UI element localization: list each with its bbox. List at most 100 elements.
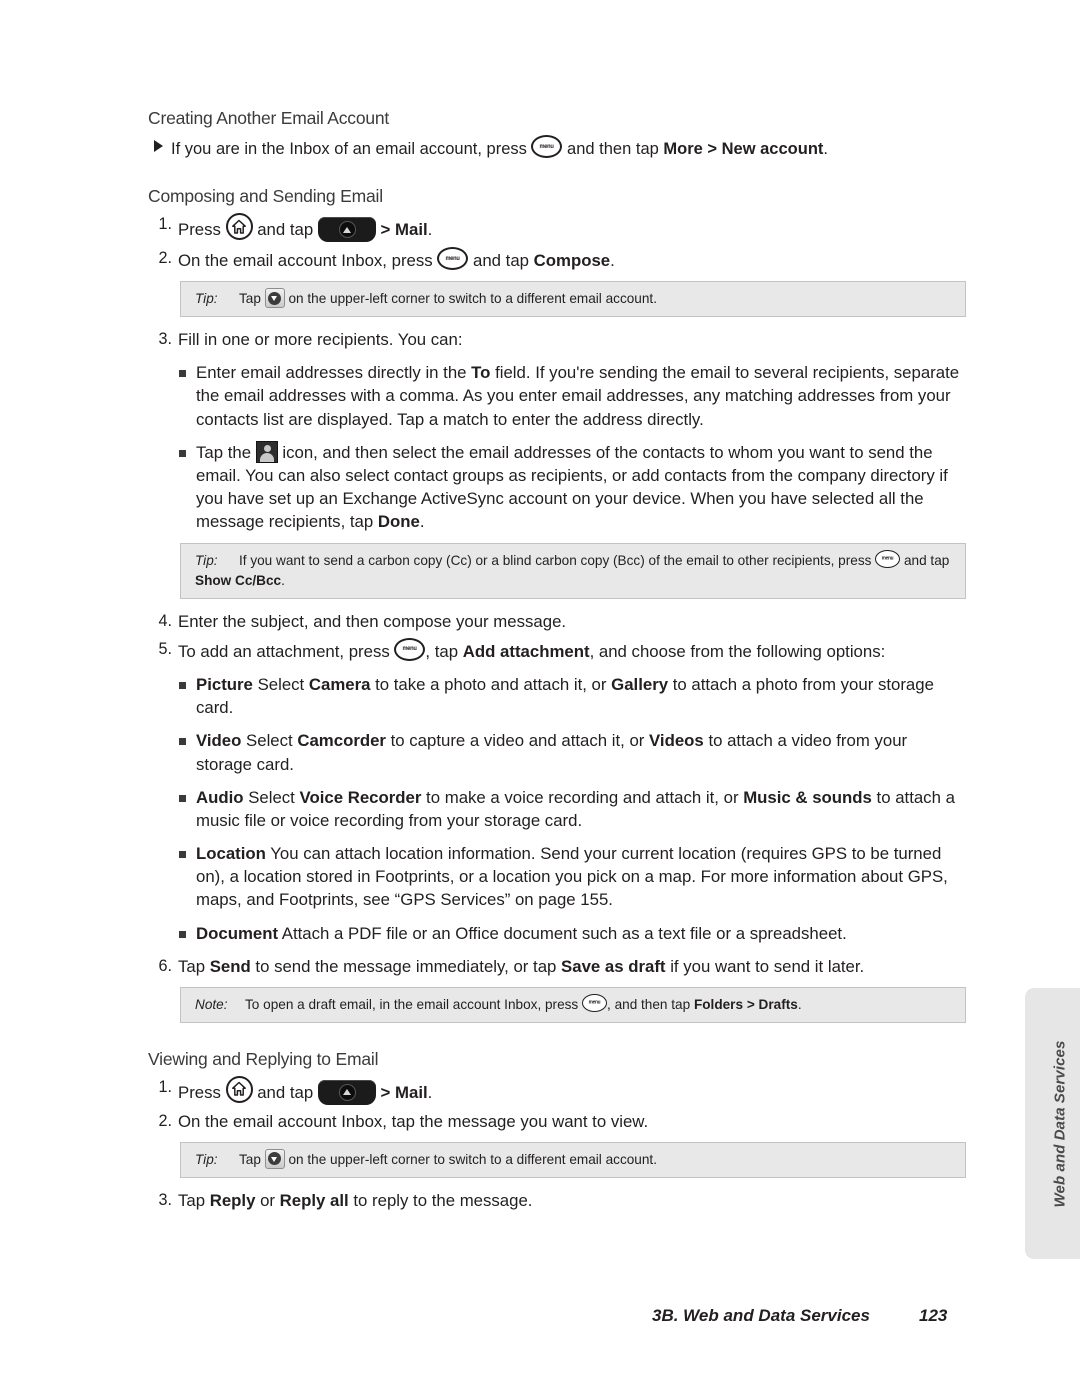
triangle-bullet-icon bbox=[154, 140, 163, 152]
menu-hardkey-icon: menu bbox=[437, 247, 469, 271]
menu-hardkey-label: menu bbox=[402, 645, 417, 653]
separator: > bbox=[375, 220, 396, 240]
text-fragment: and tap bbox=[900, 553, 950, 569]
text-fragment: . bbox=[427, 220, 433, 240]
side-tab-label: Web and Data Services bbox=[1051, 1040, 1069, 1207]
text-fragment: . bbox=[823, 140, 828, 158]
step-number: 6. bbox=[158, 956, 172, 975]
dropdown-button-icon bbox=[264, 288, 285, 309]
step-fill-recipients: 3. Fill in one or more recipients. You ca… bbox=[148, 328, 960, 533]
step-enter-subject: 4. Enter the subject, and then compose yo… bbox=[148, 610, 960, 633]
home-hardkey-icon bbox=[225, 1075, 253, 1103]
bold-music-and-sounds: Music & sounds bbox=[743, 787, 872, 807]
menu-hardkey-icon: menu bbox=[875, 550, 901, 569]
text-fragment: Attach a PDF file or an Office document … bbox=[278, 923, 847, 943]
text-fragment: Tap the bbox=[196, 442, 256, 462]
option-video: Video Select Camcorder to capture a vide… bbox=[178, 729, 960, 775]
bold-save-as-draft: Save as draft bbox=[561, 956, 666, 976]
dropdown-circle bbox=[268, 291, 282, 305]
contact-head bbox=[263, 445, 271, 453]
text-fragment: Select bbox=[252, 675, 309, 695]
text-fragment: To add an attachment, press bbox=[178, 641, 395, 661]
step-view-press-home-tap-mail: 1. Press and tap > Mail. bbox=[148, 1075, 960, 1105]
note-body: To open a draft email, in the email acco… bbox=[245, 994, 802, 1012]
text-fragment: if you want to send it later. bbox=[665, 956, 865, 976]
text-fragment: , tap bbox=[425, 641, 463, 661]
bold-send: Send bbox=[209, 956, 251, 976]
composing-steps-list: 1. Press and tap > Mail. 2. On the email a… bbox=[148, 213, 960, 272]
bold-gallery: Gallery bbox=[611, 675, 669, 695]
menu-hardkey-label: menu bbox=[588, 999, 601, 1006]
note-box-open-draft: Note: To open a draft email, in the email… bbox=[180, 987, 966, 1023]
bold-reply-all: Reply all bbox=[279, 1190, 349, 1210]
arrow-instruction-new-account: If you are in the Inbox of an email acco… bbox=[148, 135, 960, 160]
tip-body: If you want to send a carbon copy (Cc) o… bbox=[195, 550, 950, 589]
text-fragment: . bbox=[610, 251, 615, 271]
option-title: Document bbox=[196, 923, 279, 943]
option-title: Video bbox=[196, 731, 242, 751]
bold-add-attachment: Add attachment bbox=[462, 641, 590, 661]
note-label: Note: bbox=[195, 997, 228, 1012]
text-fragment: and tap bbox=[252, 220, 318, 240]
separator: > bbox=[375, 1082, 396, 1102]
page-footer: 3B. Web and Data Services 123 bbox=[0, 1306, 1080, 1336]
text-fragment: Tap bbox=[178, 1190, 210, 1210]
bold-mail: Mail bbox=[395, 1082, 428, 1102]
contact-picker-icon bbox=[255, 440, 278, 463]
page-content: Creating Another Email Account If you ar… bbox=[148, 108, 966, 1217]
option-title: Location bbox=[196, 844, 266, 864]
text-fragment: and tap bbox=[252, 1082, 318, 1102]
bullet-tap-contact-icon: Tap the icon, and then select the email … bbox=[178, 440, 960, 534]
heading-creating-another-email-account: Creating Another Email Account bbox=[148, 108, 390, 128]
text-fragment: . bbox=[281, 573, 285, 589]
text-fragment: to make a voice recording and attach it,… bbox=[421, 787, 744, 807]
manual-page: Creating Another Email Account If you ar… bbox=[0, 0, 1080, 1397]
option-title: Picture bbox=[196, 675, 253, 695]
composing-steps-list-cont2: 4. Enter the subject, and then compose yo… bbox=[148, 610, 960, 978]
text-fragment: Tap bbox=[239, 291, 265, 307]
text-fragment: Tap bbox=[178, 956, 210, 976]
option-location: Location You can attach location informa… bbox=[178, 842, 960, 912]
text-fragment: and tap bbox=[468, 251, 534, 271]
menu-hardkey-label: menu bbox=[881, 555, 894, 562]
text-fragment: Press bbox=[178, 220, 226, 240]
dropdown-button-icon bbox=[264, 1148, 285, 1169]
step-number: 3. bbox=[158, 329, 172, 348]
text-fragment: If you are in the Inbox of an email acco… bbox=[171, 140, 532, 158]
launcher-knob bbox=[338, 1083, 356, 1101]
text-fragment: On the email account Inbox, press bbox=[178, 251, 438, 271]
viewing-steps-list: 1. Press and tap > Mail. 2. On the email a… bbox=[148, 1075, 960, 1133]
bold-reply: Reply bbox=[209, 1190, 256, 1210]
bold-drafts: Drafts bbox=[758, 997, 798, 1012]
arrow-instruction-text: If you are in the Inbox of an email acco… bbox=[171, 135, 828, 160]
heading-viewing-and-replying-to-email: Viewing and Replying to Email bbox=[148, 1048, 379, 1069]
text-fragment: or bbox=[255, 1190, 280, 1210]
text-fragment: Enter email addresses directly in the bbox=[196, 363, 472, 383]
bold-to-field: To bbox=[471, 363, 491, 383]
option-picture: Picture Select Camera to take a photo an… bbox=[178, 673, 960, 719]
tip-label: Tip: bbox=[195, 1151, 218, 1167]
text-fragment: and then tap bbox=[562, 140, 664, 158]
menu-hardkey-icon: menu bbox=[531, 135, 563, 158]
text-fragment: , and then tap bbox=[607, 997, 694, 1012]
launcher-tab-icon bbox=[317, 217, 376, 243]
option-document: Document Attach a PDF file or an Office … bbox=[178, 922, 960, 945]
step-number: 2. bbox=[158, 249, 172, 268]
heading-composing-and-sending-email: Composing and Sending Email bbox=[148, 186, 383, 207]
bullet-enter-addresses-directly: Enter email addresses directly in the To… bbox=[178, 361, 960, 431]
tip-body: Tap on the upper-left corner to switch t… bbox=[239, 1148, 657, 1169]
text-fragment: . bbox=[419, 512, 425, 532]
separator: > bbox=[743, 997, 759, 1012]
text-fragment: on the upper-left corner to switch to a … bbox=[284, 1151, 657, 1167]
home-hardkey-icon bbox=[225, 213, 253, 241]
bold-mail: Mail bbox=[395, 220, 428, 240]
text-fragment: to capture a video and attach it, or bbox=[385, 731, 650, 751]
step-number: 2. bbox=[158, 1111, 172, 1130]
text-fragment: Select bbox=[241, 731, 298, 751]
step-text: On the email account Inbox, tap the mess… bbox=[178, 1111, 649, 1131]
step-tap-message-to-view: 2. On the email account Inbox, tap the me… bbox=[148, 1110, 960, 1133]
bold-more: More bbox=[663, 140, 703, 158]
attachment-options-list: Picture Select Camera to take a photo an… bbox=[178, 673, 960, 945]
step-number: 5. bbox=[158, 639, 172, 658]
side-thumb-tab: Web and Data Services bbox=[1025, 988, 1080, 1259]
